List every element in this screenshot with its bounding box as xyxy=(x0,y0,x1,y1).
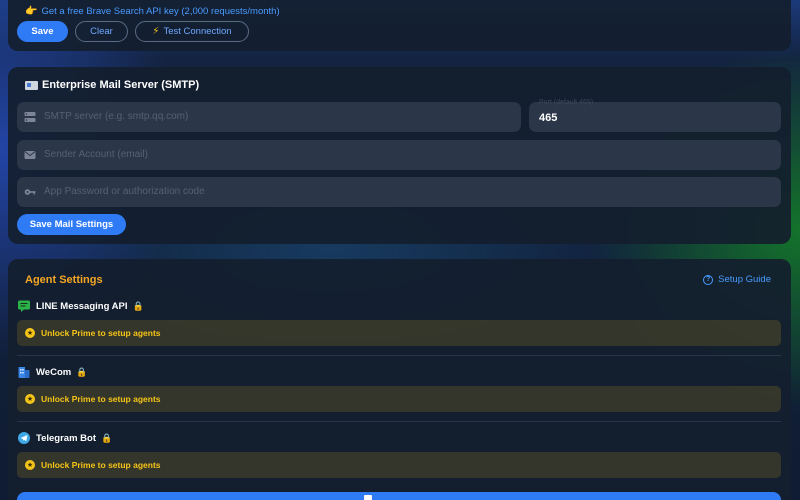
smtp-title-text: Enterprise Mail Server (SMTP) xyxy=(42,79,200,91)
agent-telegram-label: Telegram Bot xyxy=(36,432,97,444)
mail-icon xyxy=(24,151,36,159)
building-icon xyxy=(18,367,30,378)
star-icon: ★ xyxy=(25,394,35,404)
test-connection-button[interactable]: ⚡ Test Connection xyxy=(135,21,249,42)
agent-settings-card: Agent Settings ? Setup Guide LINE Messag… xyxy=(8,259,791,500)
agent-wecom-header: WeCom 🔒 xyxy=(18,366,87,378)
lock-icon: 🔒 xyxy=(76,366,88,377)
save-button[interactable]: Save xyxy=(17,21,68,42)
telegram-icon xyxy=(18,432,30,444)
smtp-settings-card: Enterprise Mail Server (SMTP) SMTP serve… xyxy=(8,67,791,244)
unlock-prime-wecom[interactable]: ★ Unlock Prime to setup agents xyxy=(17,386,781,412)
key-icon xyxy=(24,189,36,195)
agent-wecom-label: WeCom xyxy=(36,366,72,378)
agent-settings-title: Agent Settings xyxy=(25,274,103,286)
save-mail-settings-button[interactable]: Save Mail Settings xyxy=(17,214,126,235)
test-connection-label: Test Connection xyxy=(163,26,232,37)
smtp-port-input[interactable]: Port (default 465) 465 xyxy=(529,99,781,132)
app-password-input[interactable]: App Password or authorization code xyxy=(17,177,781,207)
brave-api-link-text: Get a free Brave Search API key (2,000 r… xyxy=(41,6,280,17)
star-icon: ★ xyxy=(25,460,35,470)
mail-icon xyxy=(25,80,38,90)
pointing-hand-icon: 👉 xyxy=(25,6,38,17)
smtp-server-input[interactable]: SMTP server (e.g. smtp.qq.com) xyxy=(17,102,521,132)
smtp-port-value: 465 xyxy=(539,112,558,124)
lightning-icon: ⚡ xyxy=(152,26,160,37)
unlock-prime-line-text: Unlock Prime to setup agents xyxy=(41,328,161,338)
sender-account-placeholder: Sender Account (email) xyxy=(44,149,148,160)
search-settings-card: 👉 Get a free Brave Search API key (2,000 … xyxy=(8,0,791,51)
sender-account-input[interactable]: Sender Account (email) xyxy=(17,140,781,170)
divider xyxy=(17,355,781,356)
unlock-prime-telegram-text: Unlock Prime to setup agents xyxy=(41,460,161,470)
agent-line-label: LINE Messaging API xyxy=(36,300,128,312)
lock-icon: 🔒 xyxy=(132,300,144,311)
lock-icon: 🔒 xyxy=(101,432,113,443)
smtp-title: Enterprise Mail Server (SMTP) xyxy=(25,79,199,91)
unlock-prime-wecom-text: Unlock Prime to setup agents xyxy=(41,394,161,404)
setup-guide-link[interactable]: ? Setup Guide xyxy=(703,274,771,285)
divider xyxy=(17,421,781,422)
agent-telegram-header: Telegram Bot 🔒 xyxy=(18,432,112,444)
help-circle-icon: ? xyxy=(703,274,714,285)
smtp-port-label: Port (default 465) xyxy=(539,99,594,106)
star-icon: ★ xyxy=(25,328,35,338)
clear-button[interactable]: Clear xyxy=(75,21,128,42)
unlock-prime-line[interactable]: ★ Unlock Prime to setup agents xyxy=(17,320,781,346)
save-agent-settings-button[interactable] xyxy=(17,492,781,500)
app-password-placeholder: App Password or authorization code xyxy=(44,186,205,197)
unlock-prime-telegram[interactable]: ★ Unlock Prime to setup agents xyxy=(17,452,781,478)
save-icon xyxy=(364,495,372,500)
smtp-server-placeholder: SMTP server (e.g. smtp.qq.com) xyxy=(44,111,189,122)
setup-guide-label: Setup Guide xyxy=(718,274,771,285)
brave-api-link[interactable]: 👉 Get a free Brave Search API key (2,000 … xyxy=(25,6,280,17)
chat-icon xyxy=(18,300,30,312)
server-icon xyxy=(24,112,36,122)
agent-line-header: LINE Messaging API 🔒 xyxy=(18,300,144,312)
